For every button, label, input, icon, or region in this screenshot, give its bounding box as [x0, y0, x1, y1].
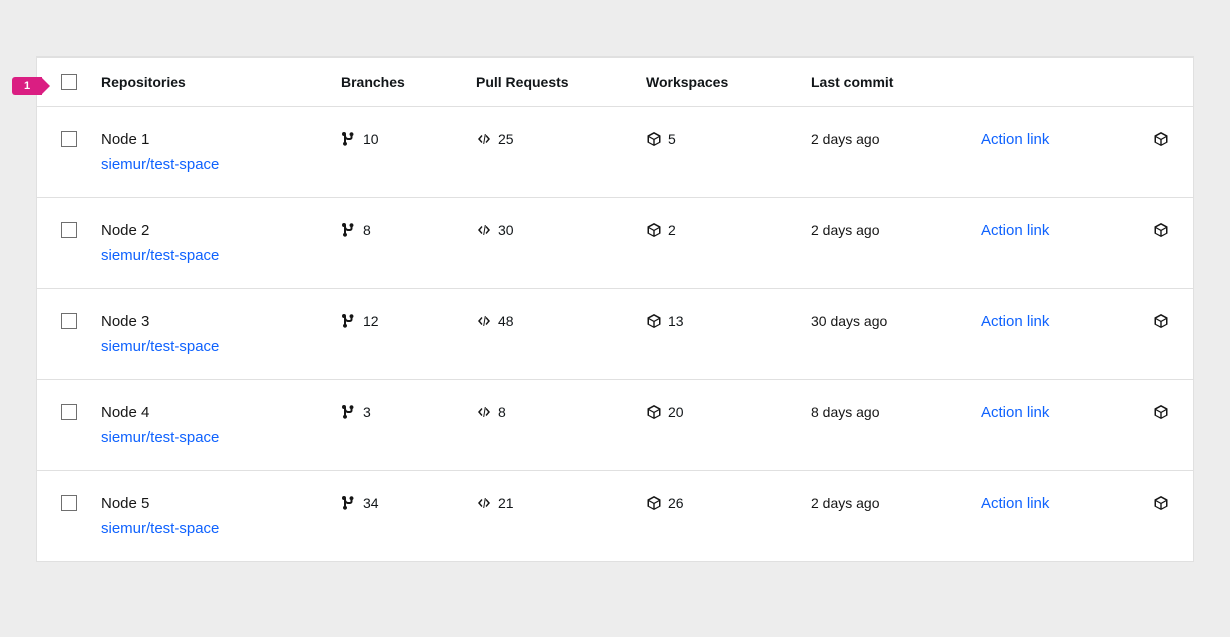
action-link[interactable]: Action link [981, 222, 1049, 239]
repo-path-link[interactable]: siemur/test-space [101, 520, 219, 537]
repo-path-link[interactable]: siemur/test-space [101, 338, 219, 355]
branch-icon [341, 131, 357, 147]
repo-path-link[interactable]: siemur/test-space [101, 429, 219, 446]
workspaces-count: 13 [668, 313, 684, 329]
code-icon [476, 131, 492, 147]
select-all-checkbox[interactable] [61, 74, 77, 90]
pull-requests-count: 25 [498, 131, 514, 147]
cube-icon [646, 222, 662, 238]
header-branches: Branches [341, 74, 476, 90]
cube-icon[interactable] [1153, 495, 1169, 511]
row-checkbox[interactable] [61, 404, 77, 420]
header-repositories: Repositories [101, 74, 341, 90]
action-link[interactable]: Action link [981, 313, 1049, 330]
code-icon [476, 404, 492, 420]
cube-icon [646, 131, 662, 147]
header-last-commit: Last commit [811, 74, 981, 90]
repo-name: Node 2 [101, 222, 341, 239]
last-commit: 30 days ago [811, 313, 887, 329]
row-checkbox[interactable] [61, 313, 77, 329]
table-row: Node 5 siemur/test-space 34 21 26 2 days… [37, 471, 1193, 561]
cube-icon[interactable] [1153, 222, 1169, 238]
branches-count: 12 [363, 313, 379, 329]
header-workspaces: Workspaces [646, 74, 811, 90]
repo-path-link[interactable]: siemur/test-space [101, 247, 219, 264]
workspaces-count: 26 [668, 495, 684, 511]
repo-name: Node 4 [101, 404, 341, 421]
branches-count: 8 [363, 222, 371, 238]
branch-icon [341, 222, 357, 238]
last-commit: 2 days ago [811, 495, 880, 511]
cube-icon [646, 313, 662, 329]
branch-icon [341, 404, 357, 420]
cube-icon [646, 495, 662, 511]
table-row: Node 3 siemur/test-space 12 48 13 30 day… [37, 289, 1193, 380]
pull-requests-count: 21 [498, 495, 514, 511]
table-row: Node 2 siemur/test-space 8 30 2 2 days a… [37, 198, 1193, 289]
branch-icon [341, 313, 357, 329]
code-icon [476, 495, 492, 511]
branch-icon [341, 495, 357, 511]
last-commit: 8 days ago [811, 404, 880, 420]
annotation-badge: 1 [12, 77, 42, 95]
row-checkbox[interactable] [61, 131, 77, 147]
row-checkbox[interactable] [61, 495, 77, 511]
workspaces-count: 5 [668, 131, 676, 147]
table-row: Node 4 siemur/test-space 3 8 20 8 days a… [37, 380, 1193, 471]
pull-requests-count: 30 [498, 222, 514, 238]
branches-count: 10 [363, 131, 379, 147]
cube-icon[interactable] [1153, 313, 1169, 329]
repo-path-link[interactable]: siemur/test-space [101, 156, 219, 173]
workspaces-count: 20 [668, 404, 684, 420]
code-icon [476, 222, 492, 238]
last-commit: 2 days ago [811, 222, 880, 238]
table-header-row: Repositories Branches Pull Requests Work… [37, 58, 1193, 107]
repo-name: Node 5 [101, 495, 341, 512]
table-row: Node 1 siemur/test-space 10 25 5 [37, 107, 1193, 198]
cube-icon [646, 404, 662, 420]
action-link[interactable]: Action link [981, 404, 1049, 421]
action-link[interactable]: Action link [981, 495, 1049, 512]
header-pull-requests: Pull Requests [476, 74, 646, 90]
branches-count: 3 [363, 404, 371, 420]
row-checkbox[interactable] [61, 222, 77, 238]
repositories-table: Repositories Branches Pull Requests Work… [36, 56, 1194, 562]
workspaces-count: 2 [668, 222, 676, 238]
branches-count: 34 [363, 495, 379, 511]
action-link[interactable]: Action link [981, 131, 1049, 148]
cube-icon[interactable] [1153, 131, 1169, 147]
repo-name: Node 1 [101, 131, 341, 148]
pull-requests-count: 8 [498, 404, 506, 420]
repo-name: Node 3 [101, 313, 341, 330]
pull-requests-count: 48 [498, 313, 514, 329]
last-commit: 2 days ago [811, 131, 880, 147]
cube-icon[interactable] [1153, 404, 1169, 420]
code-icon [476, 313, 492, 329]
